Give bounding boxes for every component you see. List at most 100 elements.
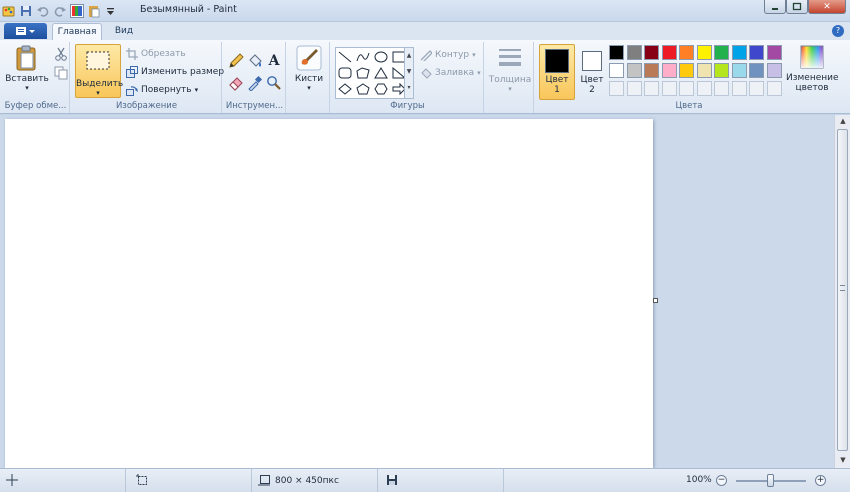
palette-swatch[interactable] [626,45,642,60]
palette-swatch[interactable] [644,63,659,78]
chevron-down-icon: ▾ [194,86,199,94]
diamond-shape-icon[interactable] [337,82,353,96]
custom-color-slot[interactable] [731,81,747,96]
select-button[interactable]: Выделить ▾ [75,44,123,98]
size-label: Толщина [488,75,532,85]
app-menu-button[interactable] [4,23,47,39]
palette-swatch[interactable] [749,63,764,78]
outline-label: Контур [435,50,470,60]
brushes-label: Кисти [294,74,324,84]
oval-shape-icon[interactable] [373,50,389,64]
paint-app-icon[interactable] [2,4,16,18]
minimize-button[interactable] [764,0,786,14]
eraser-icon[interactable] [227,74,245,92]
custom-color-slot[interactable] [696,81,712,96]
curve-shape-icon[interactable] [355,50,371,64]
vertical-scrollbar[interactable]: ▲ ▼ [834,115,850,468]
shapes-gallery [335,47,413,99]
customize-toolbar-icon[interactable] [104,4,118,18]
outline-button[interactable]: Контур ▾ [420,49,476,63]
magnifier-icon[interactable] [265,74,283,92]
shapes-group-label: Фигуры [390,101,425,111]
maximize-button[interactable] [786,0,808,14]
fill-button[interactable]: Заливка ▾ [420,67,481,79]
color2-button[interactable]: Цвет 2 [577,44,607,100]
zoom-out-button[interactable]: − [716,475,727,486]
custom-color-slot[interactable] [749,81,764,96]
custom-color-slot[interactable] [714,81,729,96]
line-shape-icon[interactable] [337,50,353,64]
palette-swatch[interactable] [644,45,659,60]
pencil-icon[interactable] [227,52,245,70]
custom-color-slot[interactable] [644,81,659,96]
undo-icon[interactable] [36,4,50,18]
rounded-rectangle-shape-icon[interactable] [337,66,353,80]
palette-swatch[interactable] [661,63,677,78]
custom-color-slot[interactable] [766,81,782,96]
drawing-canvas[interactable] [5,119,653,468]
palette-swatch[interactable] [626,63,642,78]
scroll-down-arrow-icon[interactable]: ▼ [838,456,848,466]
color-palette-icon[interactable] [70,4,84,18]
zoom-in-button[interactable]: + [815,475,826,486]
paste-label: Вставить [5,74,49,84]
scroll-up-arrow-icon[interactable]: ▲ [838,117,848,127]
custom-color-slot[interactable] [626,81,642,96]
zoom-slider-thumb[interactable] [767,474,774,487]
palette-swatch[interactable] [714,63,729,78]
color1-number: 1 [554,85,560,95]
palette-swatch[interactable] [714,45,729,60]
rotate-button[interactable]: Повернуть ▾ [126,84,198,96]
color1-label: Цвет [545,75,569,85]
color-picker-icon[interactable] [246,74,264,92]
palette-swatch[interactable] [609,45,624,60]
resize-button[interactable]: Изменить размер [126,66,224,78]
paste-button[interactable]: Вставить ▾ [4,45,50,92]
triangle-shape-icon[interactable] [373,66,389,80]
palette-swatch[interactable] [679,63,694,78]
palette-swatch[interactable] [609,63,624,78]
palette-swatch[interactable] [749,45,764,60]
paste-quick-icon[interactable] [87,4,101,18]
help-icon[interactable]: ? [832,25,844,37]
polygon-shape-icon[interactable] [355,66,371,80]
custom-color-slot[interactable] [609,81,624,96]
close-button[interactable]: ✕ [808,0,846,14]
palette-swatch[interactable] [731,45,747,60]
brushes-group: Кисти ▾ [288,42,330,113]
palette-swatch[interactable] [661,45,677,60]
palette-swatch[interactable] [696,45,712,60]
brushes-button[interactable]: Кисти ▾ [292,45,326,92]
copy-icon[interactable] [52,64,70,82]
hexagon-shape-icon[interactable] [373,82,389,96]
minimize-icon [772,7,778,10]
save-icon[interactable] [19,4,33,18]
resize-label: Изменить размер [141,67,225,77]
custom-color-slot[interactable] [679,81,694,96]
crop-button[interactable]: Обрезать [126,48,186,60]
redo-icon[interactable] [53,4,67,18]
palette-swatch[interactable] [731,63,747,78]
zoom-level-label: 100% [686,475,712,485]
crop-label: Обрезать [141,49,186,59]
palette-swatch[interactable] [766,63,782,78]
scroll-thumb[interactable] [837,129,848,451]
palette-swatch[interactable] [766,45,782,60]
cursor-position-cell [0,469,126,492]
tab-home[interactable]: Главная [52,23,102,40]
tab-view[interactable]: Вид [106,23,142,40]
palette-swatch[interactable] [696,63,712,78]
cut-icon[interactable] [52,45,70,63]
fill-bucket-icon[interactable] [246,52,264,70]
palette-swatch[interactable] [679,45,694,60]
size-button[interactable]: Толщина ▾ [488,46,532,93]
text-icon[interactable]: A [265,52,283,70]
pentagon-shape-icon[interactable] [355,82,371,96]
color1-button[interactable]: Цвет 1 [539,44,575,100]
edit-colors-label-2: цветов [795,83,829,93]
canvas-resize-handle-right[interactable] [653,298,658,303]
shapes-gallery-scroll[interactable]: ▲ ▼ ▾ [404,47,414,99]
size-group: Толщина ▾ [486,42,534,113]
edit-colors-button[interactable]: Изменение цветов [786,44,839,93]
custom-color-slot[interactable] [661,81,677,96]
